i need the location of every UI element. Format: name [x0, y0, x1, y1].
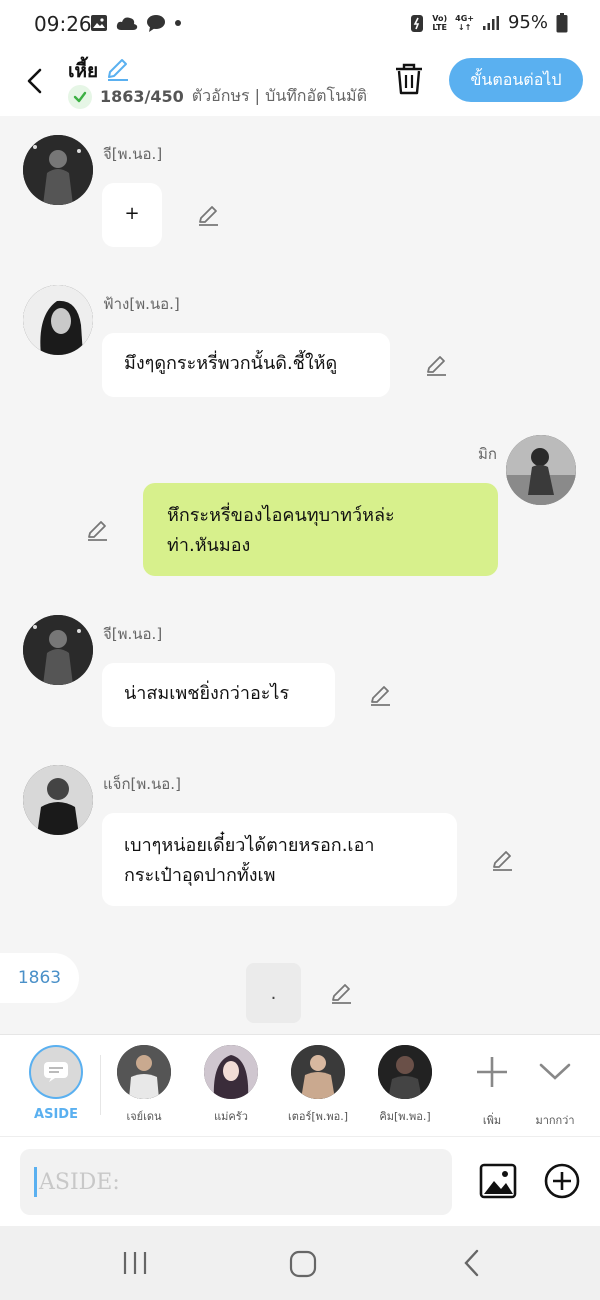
- message-line: หึกระหรี่ของไอคนทุบาทว์หล่ะ: [167, 505, 395, 526]
- text-caret: [34, 1167, 37, 1197]
- character-name: แม่ครัว: [214, 1110, 248, 1123]
- data-saver-icon: [411, 14, 424, 32]
- character-name: คิม[พ.พอ.]: [379, 1110, 431, 1123]
- message-line: กระเป๋าอุดปากทั้งเพ: [124, 865, 276, 886]
- autosave-text: ตัวอักษร | บันทึกอัตโนมัติห: [191, 86, 368, 105]
- add-circle-icon[interactable]: [542, 1161, 582, 1201]
- add-character-button[interactable]: เพิ่ม: [457, 1045, 527, 1129]
- character-name: เตอร์[พ.พอ.]: [287, 1110, 349, 1123]
- nav-back-icon[interactable]: [458, 1248, 486, 1278]
- message-bubble[interactable]: มึงๆดูกระหรี่พวกนั้นดิ.ชี้ให้ดู: [102, 333, 390, 397]
- trash-icon[interactable]: [392, 62, 426, 96]
- character-item[interactable]: คิม[พ.พอ.]: [370, 1045, 440, 1125]
- sender-name: ฟ้าง[พ.นอ.]: [103, 295, 180, 313]
- sender-name: แจ็ก[พ.นอ.]: [103, 775, 181, 793]
- plus-icon: [477, 1057, 507, 1087]
- edit-draft-icon[interactable]: [329, 981, 353, 1005]
- autosave-status: 1863/450 ตัวอักษร | บันทึกอัตโนมัติห: [68, 84, 368, 109]
- message-bubble[interactable]: เบาๆหน่อยเดี๋ยวได้ตายหรอก.เอา กระเป๋าอุด…: [102, 813, 457, 906]
- edit-message-icon[interactable]: [196, 203, 220, 227]
- cloud-icon: [116, 17, 138, 30]
- character-avatar: [378, 1045, 432, 1099]
- character-avatar: [291, 1045, 345, 1099]
- char-counter-badge: 1863: [0, 953, 79, 1003]
- status-time: 09:26: [34, 12, 92, 36]
- back-icon[interactable]: [22, 66, 48, 96]
- composer: ASIDE:: [0, 1136, 600, 1226]
- input-placeholder: ASIDE:: [39, 1169, 120, 1195]
- edit-message-icon[interactable]: [424, 353, 448, 377]
- character-avatar: [117, 1045, 171, 1099]
- message-bubble[interactable]: +: [102, 183, 162, 247]
- message-bubble[interactable]: น่าสมเพชยิ่งกว่าอะไร: [102, 663, 335, 727]
- system-nav-bar: [0, 1226, 600, 1300]
- dot-icon: [175, 20, 181, 26]
- character-avatar: [204, 1045, 258, 1099]
- draft-bubble[interactable]: .: [246, 963, 301, 1023]
- char-count: 1863/450: [100, 87, 184, 106]
- image-icon[interactable]: [478, 1161, 518, 1201]
- edit-title-icon[interactable]: [104, 56, 130, 82]
- network-type: 4G+ ↓↑: [455, 13, 474, 32]
- avatar-sender-3[interactable]: [23, 615, 93, 685]
- check-icon: [68, 84, 92, 109]
- sender-name: จี[พ.นอ.]: [103, 145, 163, 163]
- character-aside[interactable]: ASIDE: [21, 1045, 91, 1122]
- avatar-sender-1[interactable]: [23, 135, 93, 205]
- avatar-self[interactable]: [506, 435, 576, 505]
- character-item[interactable]: เจย์เดน: [109, 1045, 179, 1125]
- sender-name: มิก: [478, 445, 497, 463]
- signal-icon: [482, 15, 499, 30]
- character-item[interactable]: แม่ครัว: [196, 1045, 266, 1125]
- more-label: มากกว่า: [535, 1114, 575, 1127]
- message-icon: [147, 15, 165, 32]
- edit-message-icon[interactable]: [490, 848, 514, 872]
- character-item[interactable]: เตอร์[พ.พอ.]: [283, 1045, 353, 1125]
- character-name: เจย์เดน: [126, 1110, 162, 1123]
- chevron-down-icon: [539, 1063, 571, 1080]
- edit-message-icon[interactable]: [368, 683, 392, 707]
- divider: [100, 1055, 101, 1115]
- avatar-sender-2[interactable]: [23, 285, 93, 355]
- message-line: ท่า.หันมอง: [167, 535, 251, 556]
- add-label: เพิ่ม: [482, 1114, 502, 1127]
- battery-icon: [556, 12, 568, 32]
- own-message-bubble[interactable]: หึกระหรี่ของไอคนทุบาทว์หล่ะ ท่า.หันมอง: [143, 483, 498, 576]
- sender-name: จี[พ.นอ.]: [103, 625, 163, 643]
- aside-chat-icon: [29, 1045, 83, 1099]
- status-right-icons: Vo) LTE 4G+ ↓↑ 95%: [410, 12, 568, 33]
- gallery-icon: [91, 15, 107, 31]
- message-line: เบาๆหน่อยเดี๋ยวได้ตายหรอก.เอา: [124, 835, 375, 856]
- more-characters-button[interactable]: มากกว่า: [520, 1045, 590, 1129]
- volte-indicator: Vo) LTE: [432, 13, 448, 32]
- character-selector: ASIDE เจย์เดน แม่ครัว เตอร์[พ.พอ.] คิม[พ…: [0, 1034, 600, 1136]
- status-left-icons: [90, 14, 182, 32]
- recent-apps-icon[interactable]: [122, 1250, 148, 1276]
- story-title: เหี้ย: [68, 60, 99, 82]
- battery-percent: 95%: [507, 12, 548, 33]
- next-step-button[interactable]: ขั้นตอนต่อไป: [449, 58, 583, 102]
- home-icon[interactable]: [289, 1250, 317, 1278]
- editor-header: เหี้ย 1863/450 ตัวอักษร | บันทึกอัตโนมัต…: [0, 50, 600, 116]
- message-input[interactable]: ASIDE:: [20, 1149, 452, 1215]
- aside-label: ASIDE: [34, 1107, 78, 1122]
- avatar-sender-4[interactable]: [23, 765, 93, 835]
- status-bar: 09:26 Vo) LTE 4G+ ↓↑ 95%: [0, 0, 600, 50]
- edit-message-icon[interactable]: [85, 518, 109, 542]
